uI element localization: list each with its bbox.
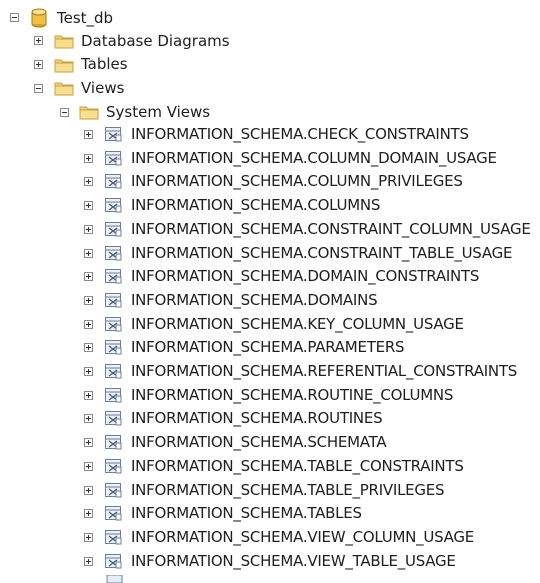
tree-node-database-diagrams[interactable]: Database Diagrams <box>0 29 540 53</box>
expand-toggle[interactable] <box>84 296 93 305</box>
collapse-toggle[interactable] <box>60 108 69 117</box>
system-view-label: INFORMATION_SCHEMA.VIEW_TABLE_USAGE <box>131 552 456 570</box>
expand-toggle[interactable] <box>84 391 93 400</box>
view-icon <box>105 506 122 521</box>
view-icon <box>106 575 123 583</box>
view-icon <box>105 269 122 284</box>
system-view-label: INFORMATION_SCHEMA.SCHEMATA <box>131 433 387 451</box>
system-view-label: INFORMATION_SCHEMA.COLUMN_PRIVILEGES <box>131 172 463 190</box>
expand-toggle[interactable] <box>84 486 93 495</box>
system-view-label: INFORMATION_SCHEMA.ROUTINE_COLUMNS <box>131 386 454 404</box>
system-view-label: INFORMATION_SCHEMA.DOMAIN_CONSTRAINTS <box>131 267 480 285</box>
tree-node-system-view[interactable]: INFORMATION_SCHEMA.DOMAINS <box>0 288 540 312</box>
tree-node-system-view[interactable]: INFORMATION_SCHEMA.CHECK_CONSTRAINTS <box>0 122 540 146</box>
system-view-label: INFORMATION_SCHEMA.CHECK_CONSTRAINTS <box>131 125 469 143</box>
tables-label: Tables <box>81 55 128 73</box>
expand-toggle[interactable] <box>84 438 93 447</box>
expand-toggle[interactable] <box>84 462 93 471</box>
database-icon <box>31 8 47 28</box>
system-view-label: INFORMATION_SCHEMA.KEY_COLUMN_USAGE <box>131 315 464 333</box>
system-view-label: INFORMATION_SCHEMA.DOMAINS <box>131 291 378 309</box>
collapse-toggle[interactable] <box>10 13 19 22</box>
system-view-label: INFORMATION_SCHEMA.REFERENTIAL_CONSTRAIN… <box>131 362 518 380</box>
expand-toggle[interactable] <box>84 320 93 329</box>
expand-toggle[interactable] <box>84 343 93 352</box>
tree-node-system-views[interactable]: System Views <box>0 100 540 124</box>
system-views-label: System Views <box>106 103 211 121</box>
system-view-label: INFORMATION_SCHEMA.CONSTRAINT_COLUMN_USA… <box>131 220 531 238</box>
system-view-label: INFORMATION_SCHEMA.TABLE_CONSTRAINTS <box>131 457 464 475</box>
folder-icon <box>54 82 74 96</box>
system-view-label: INFORMATION_SCHEMA.COLUMNS <box>131 196 381 214</box>
expand-toggle[interactable] <box>84 557 93 566</box>
expand-toggle[interactable] <box>84 272 93 281</box>
tree-node-system-view[interactable]: INFORMATION_SCHEMA.COLUMN_DOMAIN_USAGE <box>0 146 540 170</box>
tree-node-system-view[interactable]: INFORMATION_SCHEMA.PARAMETERS <box>0 335 540 359</box>
expand-toggle[interactable] <box>84 154 93 163</box>
database-diagrams-label: Database Diagrams <box>81 32 230 50</box>
system-view-label: INFORMATION_SCHEMA.TABLE_PRIVILEGES <box>131 481 445 499</box>
tree-node-partial <box>0 575 540 583</box>
collapse-toggle[interactable] <box>34 84 43 93</box>
tree-node-system-view[interactable]: INFORMATION_SCHEMA.CONSTRAINT_TABLE_USAG… <box>0 241 540 265</box>
view-icon <box>105 530 122 545</box>
view-icon <box>105 246 122 261</box>
object-explorer-tree: Test_db Database Diagrams Tables Views S… <box>0 0 540 583</box>
view-icon <box>105 222 122 237</box>
tree-node-system-view[interactable]: INFORMATION_SCHEMA.TABLE_CONSTRAINTS <box>0 454 540 478</box>
tree-node-system-view[interactable]: INFORMATION_SCHEMA.REFERENTIAL_CONSTRAIN… <box>0 359 540 383</box>
tree-node-system-view[interactable]: INFORMATION_SCHEMA.ROUTINES <box>0 406 540 430</box>
tree-node-views[interactable]: Views <box>0 76 540 100</box>
tree-node-system-view[interactable]: INFORMATION_SCHEMA.VIEW_COLUMN_USAGE <box>0 525 540 549</box>
view-icon <box>105 317 122 332</box>
view-icon <box>105 198 122 213</box>
expand-toggle[interactable] <box>34 36 43 45</box>
folder-icon <box>79 106 99 120</box>
expand-toggle[interactable] <box>84 414 93 423</box>
tree-node-system-view[interactable]: INFORMATION_SCHEMA.TABLE_PRIVILEGES <box>0 478 540 502</box>
view-icon <box>105 340 122 355</box>
expand-toggle[interactable] <box>84 533 93 542</box>
tree-node-system-view[interactable]: INFORMATION_SCHEMA.KEY_COLUMN_USAGE <box>0 312 540 336</box>
view-icon <box>105 127 122 142</box>
system-view-label: INFORMATION_SCHEMA.PARAMETERS <box>131 338 405 356</box>
folder-icon <box>54 59 74 73</box>
tree-node-system-view[interactable]: INFORMATION_SCHEMA.CONSTRAINT_COLUMN_USA… <box>0 217 540 241</box>
tree-node-system-view[interactable]: INFORMATION_SCHEMA.DOMAIN_CONSTRAINTS <box>0 264 540 288</box>
database-label: Test_db <box>57 9 114 27</box>
view-icon <box>105 483 122 498</box>
view-icon <box>105 388 122 403</box>
view-icon <box>105 435 122 450</box>
view-icon <box>105 459 122 474</box>
view-icon <box>105 554 122 569</box>
expand-toggle[interactable] <box>84 177 93 186</box>
tree-node-system-view[interactable]: INFORMATION_SCHEMA.TABLES <box>0 501 540 525</box>
expand-toggle[interactable] <box>84 130 93 139</box>
views-label: Views <box>81 79 125 97</box>
system-view-label: INFORMATION_SCHEMA.TABLES <box>131 504 362 522</box>
tree-node-system-view[interactable]: INFORMATION_SCHEMA.VIEW_TABLE_USAGE <box>0 549 540 573</box>
folder-icon <box>54 35 74 49</box>
system-view-label: INFORMATION_SCHEMA.VIEW_COLUMN_USAGE <box>131 528 475 546</box>
expand-toggle[interactable] <box>84 249 93 258</box>
tree-node-system-view[interactable]: INFORMATION_SCHEMA.COLUMN_PRIVILEGES <box>0 169 540 193</box>
expand-toggle[interactable] <box>84 225 93 234</box>
view-icon <box>105 174 122 189</box>
view-icon <box>105 411 122 426</box>
system-view-label: INFORMATION_SCHEMA.COLUMN_DOMAIN_USAGE <box>131 149 497 167</box>
tree-node-system-view[interactable]: INFORMATION_SCHEMA.SCHEMATA <box>0 430 540 454</box>
expand-toggle[interactable] <box>34 60 43 69</box>
system-view-label: INFORMATION_SCHEMA.CONSTRAINT_TABLE_USAG… <box>131 244 513 262</box>
view-icon <box>105 364 122 379</box>
tree-node-system-view[interactable]: INFORMATION_SCHEMA.ROUTINE_COLUMNS <box>0 383 540 407</box>
tree-node-database[interactable]: Test_db <box>0 6 540 30</box>
expand-toggle[interactable] <box>84 509 93 518</box>
tree-node-system-view[interactable]: INFORMATION_SCHEMA.COLUMNS <box>0 193 540 217</box>
tree-node-tables[interactable]: Tables <box>0 52 540 76</box>
view-icon <box>105 293 122 308</box>
system-view-label: INFORMATION_SCHEMA.ROUTINES <box>131 409 383 427</box>
expand-toggle[interactable] <box>84 367 93 376</box>
expand-toggle[interactable] <box>84 201 93 210</box>
view-icon <box>105 151 122 166</box>
